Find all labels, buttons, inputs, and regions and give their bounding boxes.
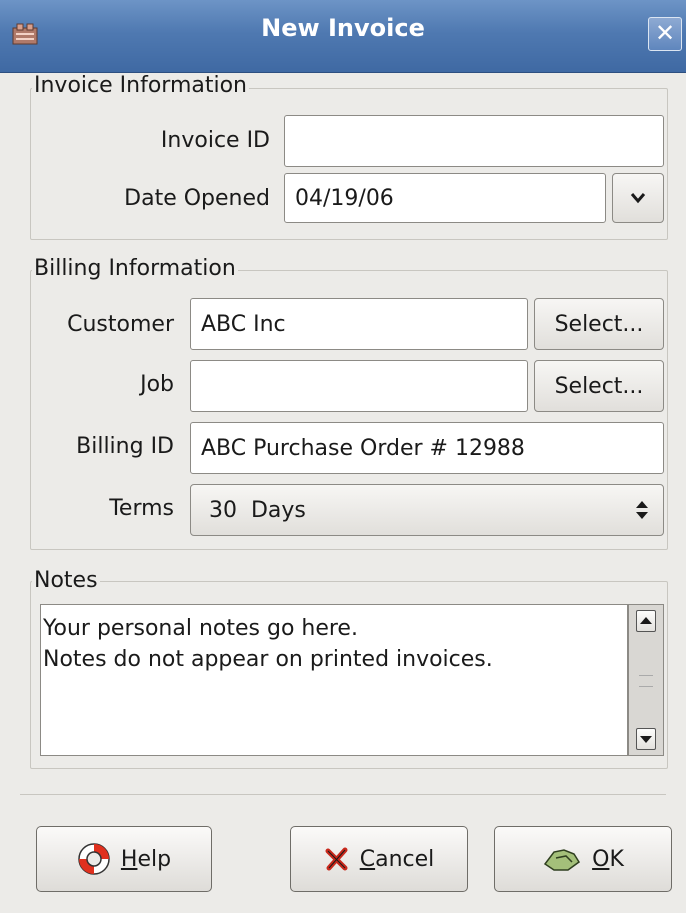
chevron-down-icon: [630, 193, 646, 204]
customer-label: Customer: [67, 312, 174, 337]
ok-label: OK: [592, 846, 624, 872]
notes-scrollbar[interactable]: [628, 604, 664, 756]
handshake-icon: [544, 849, 581, 871]
button-separator: [20, 794, 666, 795]
job-select-button[interactable]: Select...: [534, 360, 664, 412]
notes-legend: Notes: [32, 568, 100, 593]
date-picker-button[interactable]: [612, 173, 664, 223]
lifebuoy-icon: [78, 843, 110, 875]
window-title: New Invoice: [261, 14, 425, 42]
date-opened-label: Date Opened: [124, 186, 270, 211]
billing-info-legend: Billing Information: [32, 256, 238, 281]
invoice-id-field[interactable]: [284, 115, 664, 167]
arrow-up-icon: [640, 617, 652, 624]
scroll-down-button[interactable]: [636, 728, 656, 750]
terms-selected-value: 30 Days: [209, 497, 306, 523]
customer-field[interactable]: ABC Inc: [190, 298, 528, 350]
date-opened-field[interactable]: 04/19/06: [284, 173, 606, 223]
invoice-info-legend: Invoice Information: [32, 73, 249, 98]
job-field[interactable]: [190, 360, 528, 412]
cancel-x-icon: [325, 847, 348, 871]
cancel-label: Cancel: [359, 846, 435, 872]
updown-arrows-icon: [636, 501, 648, 519]
help-button[interactable]: Help: [36, 826, 212, 892]
close-icon: ✕: [654, 19, 676, 47]
close-button[interactable]: ✕: [648, 17, 682, 51]
customer-select-button[interactable]: Select...: [534, 298, 664, 350]
cancel-button[interactable]: Cancel: [290, 826, 468, 892]
job-label: Job: [140, 372, 174, 397]
billing-id-label: Billing ID: [76, 434, 174, 459]
terms-dropdown[interactable]: 30 Days: [190, 484, 664, 536]
title-bar[interactable]: New Invoice ✕: [0, 0, 686, 73]
scroll-thumb-grip[interactable]: [639, 675, 653, 687]
ok-button[interactable]: OK: [494, 826, 672, 892]
help-label: Help: [120, 846, 172, 872]
notes-textarea[interactable]: Your personal notes go here. Notes do no…: [40, 604, 628, 756]
scroll-up-button[interactable]: [636, 610, 656, 632]
billing-id-field[interactable]: ABC Purchase Order # 12988: [190, 422, 664, 474]
invoice-id-label: Invoice ID: [160, 128, 270, 153]
terms-label: Terms: [109, 496, 174, 521]
arrow-down-icon: [640, 736, 652, 743]
